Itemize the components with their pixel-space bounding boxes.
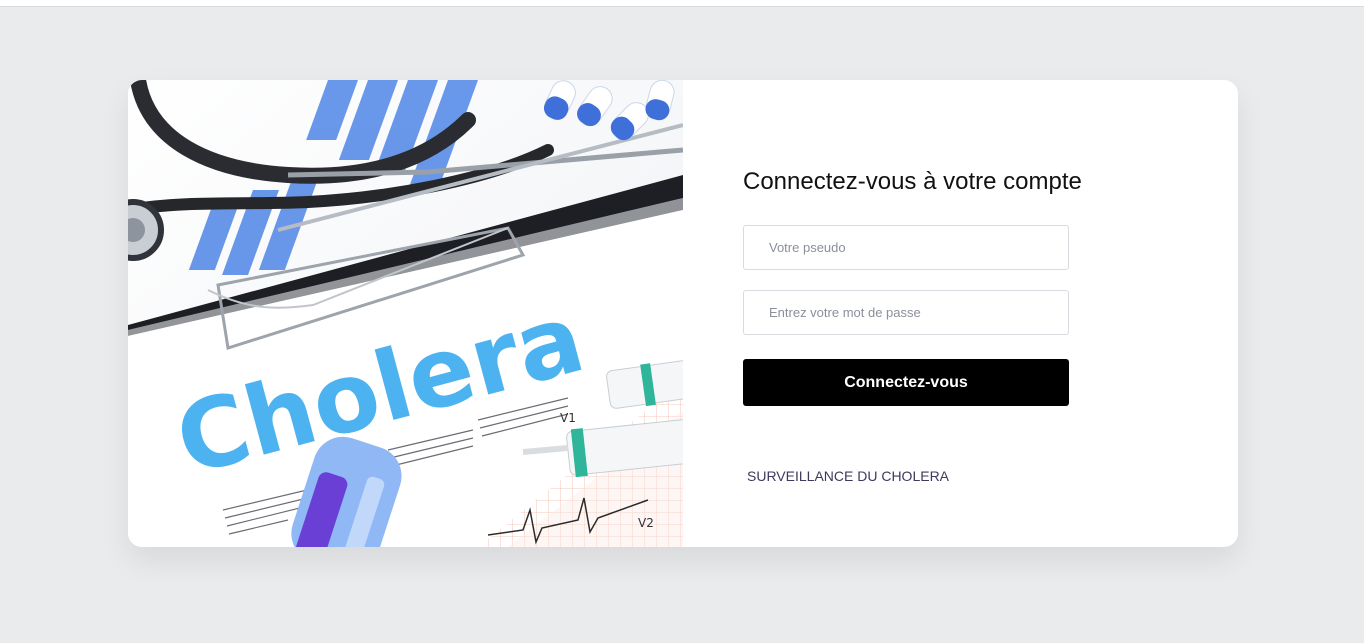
login-card: Cholera V1 V2 Connectez-vous à votre com… bbox=[128, 80, 1238, 547]
browser-top-strip bbox=[0, 0, 1364, 7]
password-input[interactable] bbox=[743, 290, 1069, 335]
login-submit-button[interactable]: Connectez-vous bbox=[743, 359, 1069, 406]
username-input[interactable] bbox=[743, 225, 1069, 270]
ecg-label-v1: V1 bbox=[560, 411, 576, 425]
cholera-hero-image: Cholera V1 V2 bbox=[128, 80, 683, 547]
surveillance-link[interactable]: SURVEILLANCE DU CHOLERA bbox=[747, 468, 949, 484]
ecg-label-v2: V2 bbox=[638, 516, 654, 530]
login-title: Connectez-vous à votre compte bbox=[743, 168, 1082, 195]
login-form-panel: Connectez-vous à votre compte Connectez-… bbox=[683, 80, 1238, 547]
